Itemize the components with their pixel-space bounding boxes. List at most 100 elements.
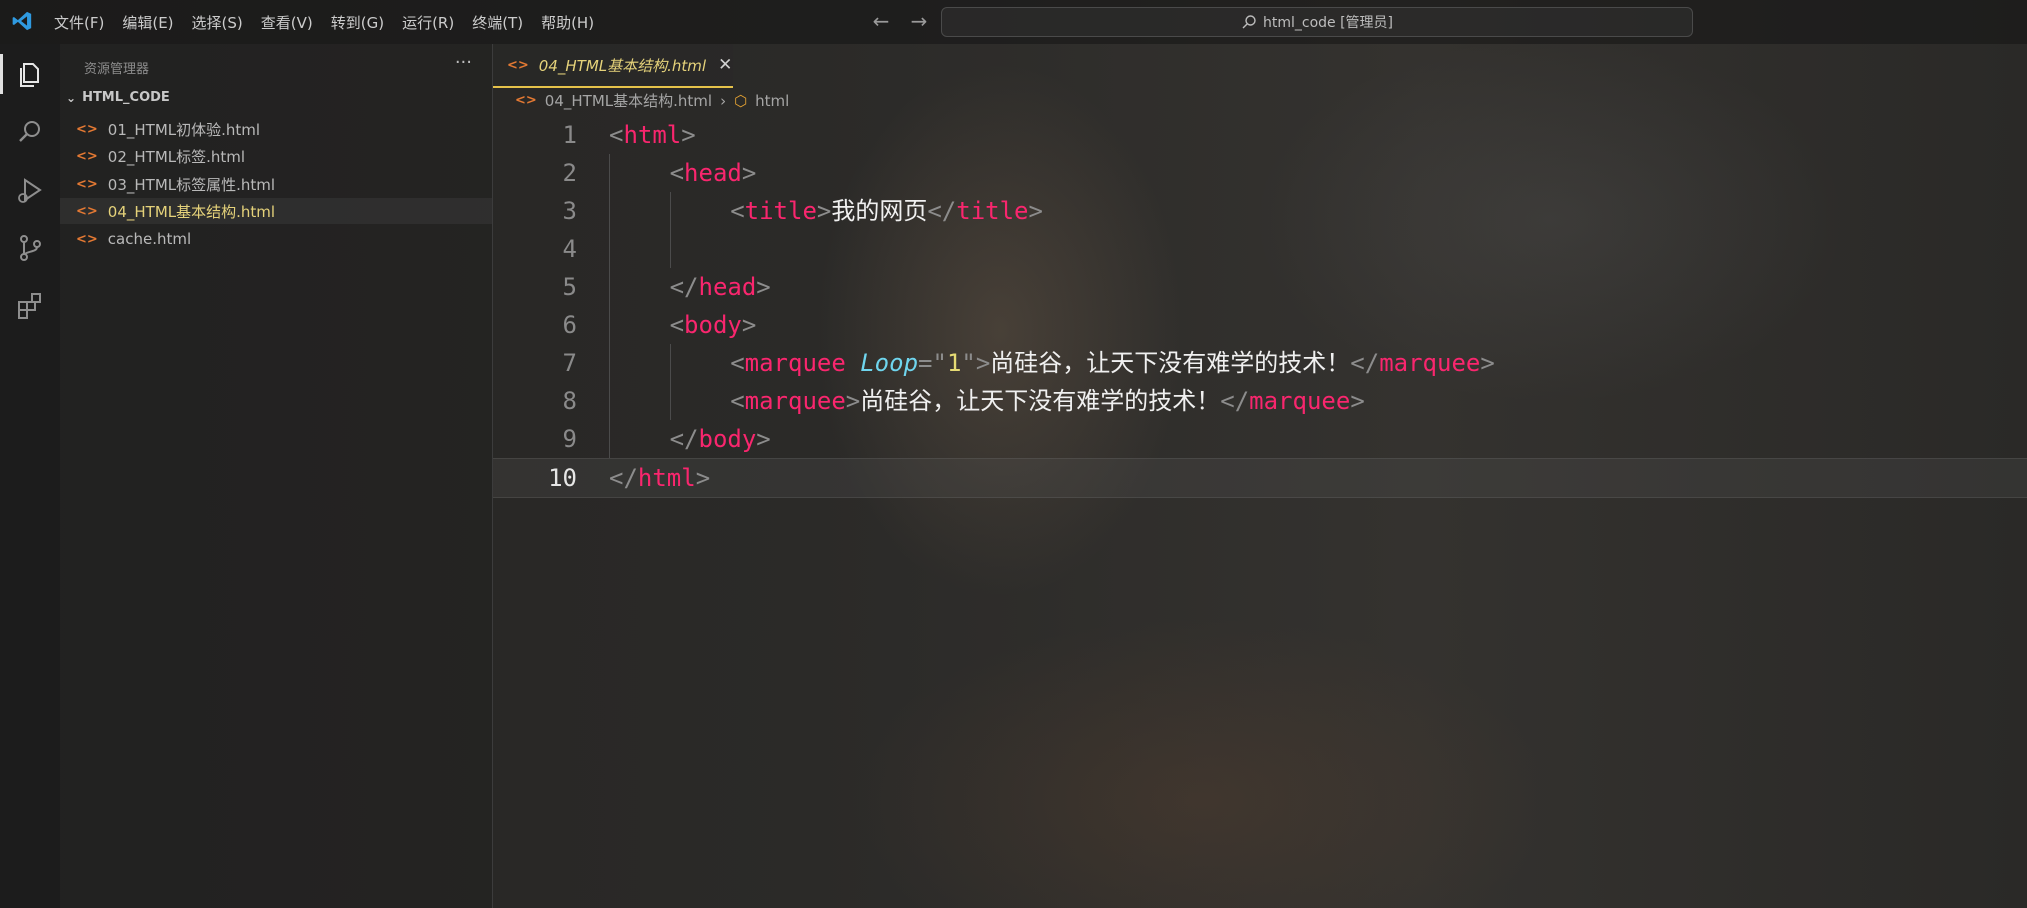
token-punc: <: [730, 197, 745, 225]
file-label: 02_HTML标签.html: [107, 147, 246, 166]
code-line[interactable]: 7 <marquee Loop="1">尚硅谷，让天下没有难学的技术！</marq…: [493, 344, 2027, 382]
line-source: </html>: [609, 459, 710, 497]
token-txt: 我的网页: [831, 197, 928, 225]
folder-html-code[interactable]: ⌄ HTML_CODE: [66, 90, 170, 105]
chevron-down-icon: ⌄: [66, 90, 77, 105]
source-control-icon[interactable]: [14, 232, 46, 264]
code-line[interactable]: 10 </html>: [493, 458, 2027, 498]
token-punc: </: [927, 197, 957, 225]
menu-terminal[interactable]: 终端(T): [472, 12, 531, 33]
file-item[interactable]: <> 02_HTML标签.html: [60, 143, 492, 169]
token-tag: title: [956, 197, 1029, 225]
indent-guide: [669, 382, 671, 420]
code-line[interactable]: 3 <title>我的网页</title>: [493, 192, 2027, 230]
token-punc: >: [816, 197, 832, 225]
token-tag: head: [684, 159, 742, 187]
indent-guide: [669, 230, 671, 268]
file-item[interactable]: <> 01_HTML初体验.html: [60, 116, 492, 142]
code-line[interactable]: 5 </head>: [493, 268, 2027, 306]
indent-guide: [609, 268, 610, 306]
code-line[interactable]: 1 <html>: [493, 116, 2027, 154]
line-source: <marquee>尚硅谷，让天下没有难学的技术！</marquee>: [730, 382, 1365, 420]
html-file-icon: <>: [76, 176, 98, 192]
menu-edit[interactable]: 编辑(E): [122, 12, 181, 33]
token-punc: =": [918, 349, 947, 377]
code-line[interactable]: 8 <marquee>尚硅谷，让天下没有难学的技术！</marquee>: [493, 382, 2027, 420]
code-line[interactable]: 4: [493, 230, 2027, 268]
breadcrumb-file[interactable]: 04_HTML基本结构.html: [545, 90, 712, 111]
menu-help[interactable]: 帮助(H): [541, 12, 602, 33]
file-label: 03_HTML标签属性.html: [107, 175, 276, 194]
line-number: 9: [562, 425, 577, 453]
code-line[interactable]: 6 <body>: [493, 306, 2027, 344]
breadcrumb: <> 04_HTML基本结构.html › ⬡ html: [515, 90, 789, 111]
token-txt: 尚硅谷，让天下没有难学的技术！: [860, 387, 1221, 415]
code-line[interactable]: 2 <head>: [493, 154, 2027, 192]
token-punc: >: [756, 425, 771, 453]
activity-bar: [0, 44, 60, 908]
token-punc: </: [1220, 387, 1250, 415]
menu-selection[interactable]: 选择(S): [192, 12, 251, 33]
token-punc: </: [1350, 349, 1380, 377]
search-icon[interactable]: [14, 116, 46, 148]
explorer-title: 资源管理器: [84, 62, 150, 77]
line-source: <body>: [670, 306, 757, 344]
line-source: <title>我的网页</title>: [730, 192, 1043, 230]
active-indicator: [0, 54, 3, 94]
token-tag: marquee: [744, 387, 846, 415]
back-arrow-icon[interactable]: ←: [870, 10, 892, 32]
breadcrumb-symbol[interactable]: html: [755, 92, 789, 110]
line-number: 7: [562, 349, 577, 377]
html-file-icon: <>: [76, 121, 98, 137]
menu-go[interactable]: 转到(G): [331, 12, 392, 33]
indent-guide: [609, 192, 610, 230]
token-punc: <: [730, 387, 745, 415]
tab-label: 04_HTML基本结构.html: [538, 56, 707, 75]
html-file-icon: <>: [76, 231, 98, 247]
token-punc: >: [845, 387, 861, 415]
indent-guide: [609, 230, 610, 268]
extensions-icon[interactable]: [14, 290, 46, 322]
file-item[interactable]: <> 03_HTML标签属性.html: [60, 171, 492, 197]
run-debug-icon[interactable]: [14, 174, 46, 206]
indent-guide: [669, 192, 671, 230]
line-number: 8: [562, 387, 577, 415]
token-punc: >: [695, 464, 711, 492]
explorer-icon[interactable]: [14, 58, 46, 90]
file-item[interactable]: <> cache.html: [60, 226, 492, 252]
indent-guide: [609, 420, 610, 458]
line-number: 6: [562, 311, 577, 339]
editor-area: <> 04_HTML基本结构.html ✕ <> 04_HTML基本结构.htm…: [493, 44, 2027, 908]
line-number: 5: [562, 273, 577, 301]
folder-label: HTML_CODE: [82, 90, 170, 105]
tab-04-html[interactable]: <> 04_HTML基本结构.html ✕: [493, 44, 733, 88]
file-item-active[interactable]: <> 04_HTML基本结构.html: [60, 198, 492, 224]
forward-arrow-icon[interactable]: →: [908, 10, 930, 32]
chevron-right-icon: ›: [720, 91, 727, 110]
vscode-logo-icon: [12, 11, 32, 31]
token-punc: <: [730, 349, 745, 377]
line-source: </head>: [670, 268, 771, 306]
indent-guide: [609, 154, 610, 192]
command-center[interactable]: html_code [管理员]: [941, 7, 1693, 37]
close-icon[interactable]: ✕: [718, 55, 732, 75]
token-punc: <: [669, 159, 685, 187]
command-center-label: html_code [管理员]: [1262, 15, 1394, 31]
more-actions-icon[interactable]: ···: [455, 52, 472, 73]
tab-bar: <> 04_HTML基本结构.html ✕: [493, 44, 2027, 88]
code-line[interactable]: 9 </body>: [493, 420, 2027, 458]
token-tag: marquee: [1249, 387, 1351, 415]
line-source: <marquee Loop="1">尚硅谷，让天下没有难学的技术！</marqu…: [730, 344, 1495, 382]
token-tag: marquee: [1379, 349, 1481, 377]
token-punc: </: [669, 425, 699, 453]
html-file-icon: <>: [515, 93, 537, 108]
line-source: </body>: [670, 420, 771, 458]
menu-run[interactable]: 运行(R): [402, 12, 462, 33]
file-label: 01_HTML初体验.html: [107, 120, 261, 139]
file-label: cache.html: [107, 230, 192, 248]
token-str: 1: [946, 349, 962, 377]
menu-file[interactable]: 文件(F): [54, 12, 112, 33]
token-punc: </: [669, 273, 699, 301]
menu-view[interactable]: 查看(V): [261, 12, 321, 33]
html-file-icon: <>: [76, 148, 98, 164]
